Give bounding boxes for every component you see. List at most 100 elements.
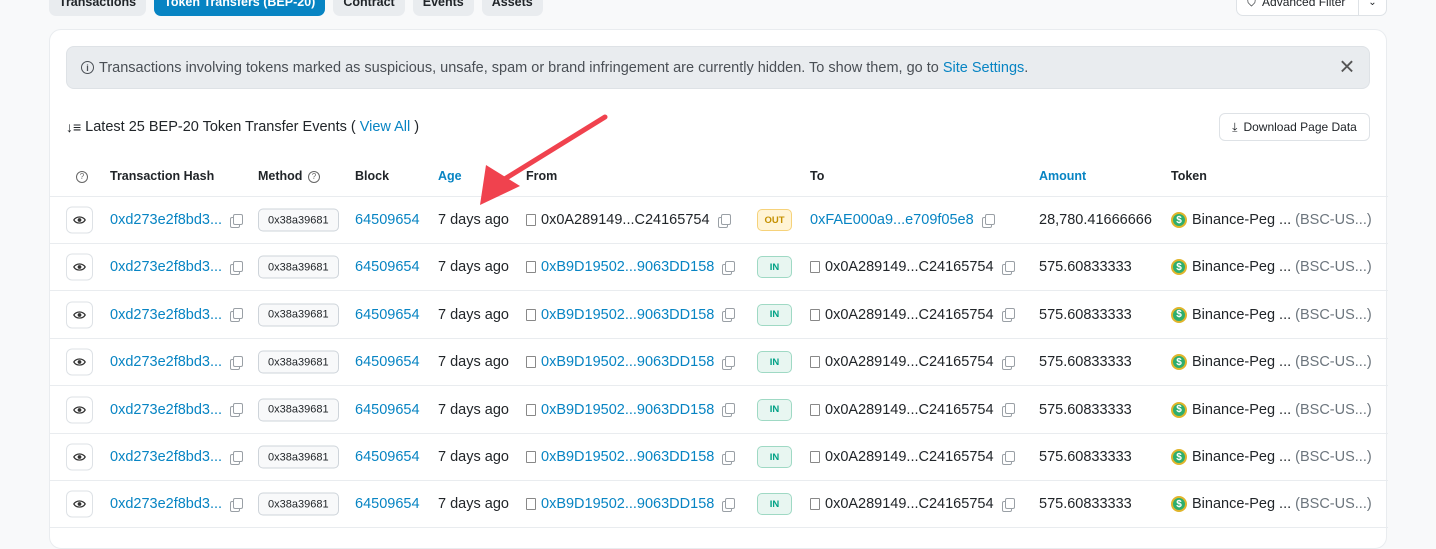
- tx-hash-cell: 0xd273e2f8bd3...: [110, 402, 244, 418]
- block-link[interactable]: 64509654: [355, 259, 420, 275]
- amount-text: 575.60833333: [1039, 259, 1132, 276]
- help-icon[interactable]: ?: [74, 169, 88, 183]
- close-icon[interactable]: ×: [1335, 53, 1359, 79]
- from-address[interactable]: 0xB9D19502...9063DD158: [541, 496, 714, 512]
- method-cell: 0x38a39681: [258, 492, 339, 516]
- tab-token-transfers[interactable]: Token Transfers (BEP-20): [154, 0, 326, 16]
- block-link[interactable]: 64509654: [355, 449, 420, 465]
- tx-hash-link[interactable]: 0xd273e2f8bd3...: [110, 212, 222, 228]
- from-address[interactable]: 0xB9D19502...9063DD158: [541, 307, 714, 323]
- row-preview: [66, 490, 93, 518]
- from-address[interactable]: 0xB9D19502...9063DD158: [541, 259, 714, 275]
- advanced-filter-button[interactable]: ⛉ Advanced Filter ⌄: [1236, 0, 1387, 16]
- copy-icon[interactable]: [1001, 308, 1015, 323]
- copy-icon[interactable]: [230, 497, 244, 512]
- alert-text: Transactions involving tokens marked as …: [99, 60, 1028, 76]
- copy-icon[interactable]: [230, 213, 244, 228]
- copy-icon[interactable]: [230, 403, 244, 418]
- eye-icon[interactable]: [66, 348, 93, 376]
- method-cell: 0x38a39681: [258, 303, 339, 327]
- tab-contract[interactable]: Contract: [333, 0, 405, 16]
- copy-icon[interactable]: [722, 497, 736, 512]
- contract-icon: [526, 403, 536, 416]
- to-address[interactable]: 0xFAE000a9...e709f05e8: [810, 212, 974, 228]
- copy-icon[interactable]: [230, 260, 244, 275]
- block-link[interactable]: 64509654: [355, 354, 420, 370]
- copy-icon[interactable]: [722, 260, 736, 275]
- copy-icon[interactable]: [722, 403, 736, 418]
- from-address[interactable]: 0xB9D19502...9063DD158: [541, 449, 714, 465]
- site-settings-link[interactable]: Site Settings: [943, 60, 1024, 76]
- block-link[interactable]: 64509654: [355, 307, 420, 323]
- token-name[interactable]: Binance-Peg ...: [1192, 354, 1291, 370]
- copy-icon[interactable]: [1001, 355, 1015, 370]
- tab-events[interactable]: Events: [412, 0, 474, 16]
- block-link[interactable]: 64509654: [355, 402, 420, 418]
- col-amount[interactable]: Amount: [1039, 169, 1086, 183]
- eye-icon[interactable]: [66, 253, 93, 281]
- copy-icon[interactable]: [722, 308, 736, 323]
- copy-icon[interactable]: [981, 213, 995, 228]
- copy-icon[interactable]: [722, 450, 736, 465]
- row-preview: [66, 443, 93, 471]
- download-label: Download Page Data: [1243, 120, 1357, 134]
- copy-icon[interactable]: [1001, 403, 1015, 418]
- tx-hash-link[interactable]: 0xd273e2f8bd3...: [110, 496, 222, 512]
- copy-icon[interactable]: [230, 308, 244, 323]
- copy-icon[interactable]: [1001, 497, 1015, 512]
- eye-icon[interactable]: [66, 490, 93, 518]
- col-from: From: [526, 169, 558, 183]
- from-cell: 0x0A289149...C24165754: [526, 212, 731, 228]
- contract-icon: [526, 214, 536, 226]
- tx-hash-link[interactable]: 0xd273e2f8bd3...: [110, 307, 222, 323]
- alert-suffix: .: [1024, 59, 1029, 76]
- tab-transactions[interactable]: Transactions: [49, 0, 147, 16]
- age-text: 7 days ago: [438, 496, 509, 513]
- tx-hash-cell: 0xd273e2f8bd3...: [110, 496, 244, 512]
- token-name[interactable]: Binance-Peg ...: [1192, 259, 1291, 275]
- tx-hash-cell: 0xd273e2f8bd3...: [110, 354, 244, 370]
- block-link[interactable]: 64509654: [355, 496, 420, 512]
- tx-hash-link[interactable]: 0xd273e2f8bd3...: [110, 402, 222, 418]
- direction-cell: IN: [757, 256, 792, 279]
- eye-icon[interactable]: [66, 206, 93, 234]
- copy-icon[interactable]: [1001, 450, 1015, 465]
- block-link[interactable]: 64509654: [355, 212, 420, 228]
- chevron-down-icon[interactable]: ⌄: [1358, 0, 1386, 15]
- token-name[interactable]: Binance-Peg ...: [1192, 449, 1291, 465]
- copy-icon[interactable]: [1001, 260, 1015, 275]
- table-row: 0xd273e2f8bd3... 0x38a39681 64509654 7 d…: [50, 197, 1388, 244]
- method-help-icon[interactable]: ?: [307, 170, 320, 183]
- view-all-link[interactable]: View All: [360, 119, 411, 135]
- tx-hash-link[interactable]: 0xd273e2f8bd3...: [110, 259, 222, 275]
- download-page-data-button[interactable]: ⤓ Download Page Data: [1219, 113, 1370, 141]
- token-name[interactable]: Binance-Peg ...: [1192, 402, 1291, 418]
- token-name[interactable]: Binance-Peg ...: [1192, 212, 1291, 228]
- copy-icon[interactable]: [230, 355, 244, 370]
- token-name[interactable]: Binance-Peg ...: [1192, 307, 1291, 323]
- copy-icon[interactable]: [722, 355, 736, 370]
- method-badge: 0x38a39681: [258, 398, 339, 422]
- tx-hash-link[interactable]: 0xd273e2f8bd3...: [110, 354, 222, 370]
- eye-icon[interactable]: [66, 301, 93, 329]
- token-name[interactable]: Binance-Peg ...: [1192, 496, 1291, 512]
- direction-badge: IN: [757, 398, 792, 421]
- eye-icon[interactable]: [66, 396, 93, 424]
- table-row: 0xd273e2f8bd3... 0x38a39681 64509654 7 d…: [50, 339, 1388, 387]
- eye-icon[interactable]: [66, 443, 93, 471]
- dollar-token-icon: $: [1171, 449, 1187, 465]
- tx-hash-link[interactable]: 0xd273e2f8bd3...: [110, 449, 222, 465]
- to-cell: 0x0A289149...C24165754: [810, 449, 1015, 465]
- tab-assets[interactable]: Assets: [481, 0, 543, 16]
- age-text: 7 days ago: [438, 259, 509, 276]
- summary-suffix: ): [414, 119, 420, 135]
- col-age[interactable]: Age: [438, 169, 462, 183]
- token-cell: $ Binance-Peg ... (BSC-US...): [1171, 259, 1372, 276]
- from-address[interactable]: 0xB9D19502...9063DD158: [541, 354, 714, 370]
- from-cell: 0xB9D19502...9063DD158: [526, 402, 736, 418]
- from-address[interactable]: 0xB9D19502...9063DD158: [541, 402, 714, 418]
- copy-icon[interactable]: [717, 213, 731, 228]
- copy-icon[interactable]: [230, 450, 244, 465]
- row-preview: [66, 301, 93, 329]
- age-text: 7 days ago: [438, 306, 509, 323]
